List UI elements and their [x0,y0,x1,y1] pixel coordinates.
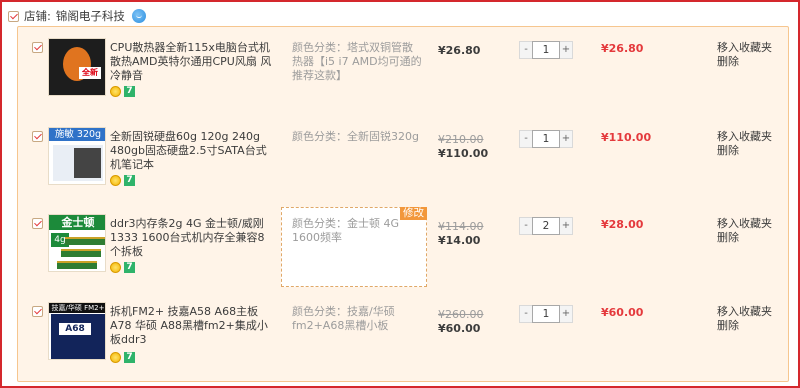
quantity-input[interactable]: 1 [532,41,560,59]
product-thumbnail[interactable]: 金士顿 4g [48,214,106,272]
quantity-input[interactable]: 2 [532,217,560,235]
original-price: ¥210.00 [438,133,484,146]
original-price: ¥260.00 [438,308,484,321]
service-badges: 7 [110,262,135,273]
product-spec: 颜色分类：金士顿 4G 1600频率 [292,217,400,244]
product-spec: 颜色分类：技嘉/华硕fm2+A68黑槽小板 [292,305,395,332]
gold-seller-icon [110,175,121,186]
service-badges: 7 [110,352,135,363]
thumb-label: 金士顿 [49,215,105,230]
quantity-minus-button[interactable]: - [519,130,532,148]
order-item: 施敏 320g 全新固锐硬盘60g 120g 240g 480gb固态硬盘2.5… [18,116,788,202]
seven-day-return-icon: 7 [124,175,135,186]
shop-name-link[interactable]: 锦阁电子科技 [56,8,125,24]
thumb-label: 施敏 320g [49,128,105,141]
unit-price: ¥60.00 [438,322,481,335]
item-checkbox[interactable] [32,131,43,142]
thumb-label: 全新 [79,67,101,79]
quantity-stepper: - 1 + [519,305,573,323]
product-thumbnail[interactable]: 施敏 320g [48,127,106,185]
shop-checkbox[interactable] [8,10,19,22]
thumb-label: 技嘉/华硕 FM2+ A68 [49,303,105,322]
move-to-favorites-link[interactable]: 移入收藏夹 [717,217,772,231]
delete-link[interactable]: 删除 [717,319,739,333]
product-thumbnail[interactable]: 全新 [48,38,106,96]
move-to-favorites-link[interactable]: 移入收藏夹 [717,130,772,144]
item-subtotal: ¥26.80 [601,42,644,55]
order-item: 金士顿 4g ddr3内存条2g 4G 金士顿/威刚1333 1600台式机内存… [18,203,788,289]
original-price: ¥114.00 [438,220,484,233]
quantity-minus-button[interactable]: - [519,305,532,323]
order-list: 全新 CPU散热器全新115x电脑台式机散热AMD英特尔通用CPU风扇 风冷静音… [17,26,789,382]
quantity-stepper: - 1 + [519,41,573,59]
quantity-minus-button[interactable]: - [519,217,532,235]
quantity-plus-button[interactable]: + [560,217,573,235]
move-to-favorites-link[interactable]: 移入收藏夹 [717,305,772,319]
item-checkbox[interactable] [32,218,43,229]
quantity-plus-button[interactable]: + [560,305,573,323]
delete-link[interactable]: 删除 [717,144,739,158]
unit-price: ¥110.00 [438,147,489,160]
service-badges: 7 [110,175,135,186]
unit-price: ¥26.80 [438,44,481,57]
unit-price: ¥14.00 [438,234,481,247]
item-subtotal: ¥28.00 [601,218,644,231]
quantity-stepper: - 1 + [519,130,573,148]
order-item: 全新 CPU散热器全新115x电脑台式机散热AMD英特尔通用CPU风扇 风冷静音… [18,27,788,113]
quantity-plus-button[interactable]: + [560,130,573,148]
order-item: 技嘉/华硕 FM2+ A68 A68 拆机FM2+ 技嘉A58 A68主板 A7… [18,291,788,377]
gold-seller-icon [110,86,121,97]
gold-seller-icon [110,262,121,273]
product-spec: 颜色分类：塔式双铜管散热器【i5 i7 AMD均可通的推荐这款】 [292,41,422,82]
item-checkbox[interactable] [32,306,43,317]
wangwang-chat-icon[interactable] [131,9,146,23]
product-title-link[interactable]: 拆机FM2+ 技嘉A58 A68主板 A78 华硕 A88黑槽fm2+集成小板d… [110,305,272,347]
service-badges: 7 [110,86,135,97]
seven-day-return-icon: 7 [124,262,135,273]
product-thumbnail[interactable]: 技嘉/华硕 FM2+ A68 A68 [48,302,106,360]
shop-label: 店铺: [24,9,51,23]
product-title-link[interactable]: CPU散热器全新115x电脑台式机散热AMD英特尔通用CPU风扇 风冷静音 [110,41,272,83]
item-checkbox[interactable] [32,42,43,53]
move-to-favorites-link[interactable]: 移入收藏夹 [717,41,772,55]
shop-header: 店铺: 锦阁电子科技 [8,8,146,24]
seven-day-return-icon: 7 [124,86,135,97]
delete-link[interactable]: 删除 [717,231,739,245]
item-subtotal: ¥60.00 [601,306,644,319]
product-title-link[interactable]: 全新固锐硬盘60g 120g 240g 480gb固态硬盘2.5寸SATA台式机… [110,130,272,172]
quantity-input[interactable]: 1 [532,130,560,148]
gold-seller-icon [110,352,121,363]
quantity-minus-button[interactable]: - [519,41,532,59]
product-spec: 颜色分类：全新固锐320g [292,130,419,143]
quantity-input[interactable]: 1 [532,305,560,323]
item-subtotal: ¥110.00 [601,131,652,144]
product-title-link[interactable]: ddr3内存条2g 4G 金士顿/威刚1333 1600台式机内存全兼容8个拆板 [110,217,272,259]
quantity-stepper: - 2 + [519,217,573,235]
delete-link[interactable]: 删除 [717,55,739,69]
seven-day-return-icon: 7 [124,352,135,363]
thumb-label-secondary: A68 [59,323,91,335]
quantity-plus-button[interactable]: + [560,41,573,59]
